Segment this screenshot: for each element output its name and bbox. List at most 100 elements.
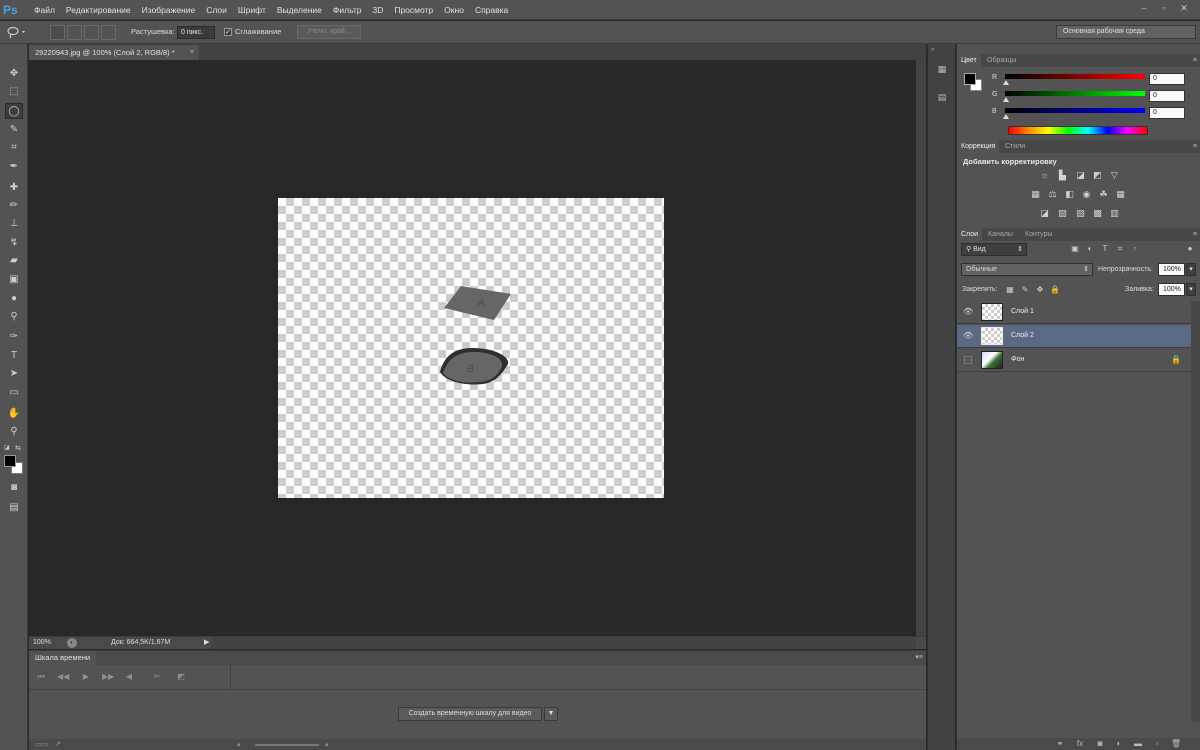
next-frame-icon[interactable]: ▶▶ <box>102 672 114 682</box>
photo-filter-icon[interactable]: ◉ <box>1081 189 1092 200</box>
tab-styles[interactable]: Стили <box>1001 140 1029 153</box>
tab-swatches[interactable]: Образцы <box>983 54 1020 67</box>
zoom-tool-icon[interactable]: ⚲ <box>5 424 23 440</box>
blur-tool-icon[interactable]: ● <box>5 291 23 307</box>
zoom-level-field[interactable]: 100% <box>33 638 61 648</box>
red-slider[interactable] <box>1005 74 1145 79</box>
shape-tool-icon[interactable]: ▭ <box>5 385 23 401</box>
channel-mixer-icon[interactable]: ☘ <box>1098 189 1109 200</box>
tab-timeline[interactable]: Шкала времени <box>29 651 97 665</box>
fill-dropdown-icon[interactable]: ▾ <box>1186 283 1196 296</box>
transition-icon[interactable]: ◩ <box>175 672 187 682</box>
first-frame-icon[interactable]: ⏮ <box>35 672 47 682</box>
menu-file[interactable]: Файл <box>34 0 55 20</box>
lasso-preset-icon[interactable] <box>6 25 25 40</box>
gradient-tool-icon[interactable]: ▣ <box>5 272 23 288</box>
move-tool-icon[interactable]: ✥ <box>5 66 23 82</box>
feather-input[interactable]: 0 пикс. <box>177 26 215 39</box>
subtract-from-selection-icon[interactable] <box>84 25 99 40</box>
menu-select[interactable]: Выделение <box>277 0 322 20</box>
filter-type-icon[interactable]: T <box>1100 244 1110 254</box>
gradient-map-icon[interactable]: ▥ <box>1109 208 1120 219</box>
timeline-mode-dropdown[interactable]: ▼ <box>544 707 558 721</box>
curves-icon[interactable]: ◪ <box>1075 170 1086 181</box>
eyedropper-tool-icon[interactable]: ✒ <box>5 159 23 175</box>
filter-toggle-icon[interactable]: ● <box>1185 244 1195 254</box>
link-layers-icon[interactable]: ⚭ <box>1055 738 1065 750</box>
minimize-icon[interactable]: – <box>1136 2 1152 14</box>
close-tab-icon[interactable]: × <box>190 45 194 60</box>
menu-view[interactable]: Просмотр <box>394 0 433 20</box>
refine-edge-button[interactable]: Уточн. край... <box>297 25 361 39</box>
fill-field[interactable]: 100% <box>1158 283 1185 296</box>
new-group-icon[interactable]: ▬ <box>1133 738 1143 750</box>
new-adjustment-layer-icon[interactable]: ◐ <box>1114 738 1124 750</box>
properties-panel-icon[interactable]: ▤ <box>934 90 950 104</box>
blend-mode-select[interactable]: Обычные ⇕ <box>961 263 1093 276</box>
selective-color-icon[interactable]: ▩ <box>1092 208 1103 219</box>
new-layer-icon[interactable]: ▫ <box>1152 738 1162 750</box>
lock-position-icon[interactable]: ✥ <box>1035 285 1045 295</box>
status-info-icon[interactable]: ◐ <box>67 638 77 648</box>
new-selection-icon[interactable] <box>50 25 65 40</box>
layer-row[interactable]: 👁 Слой 1 <box>957 301 1191 324</box>
color-balance-icon[interactable]: ⚖ <box>1047 189 1058 200</box>
layer-row-selected[interactable]: 👁 Слой 2 <box>957 325 1191 348</box>
play-icon[interactable]: ▶ <box>80 672 92 682</box>
antialias-checkbox[interactable]: ✓ <box>224 28 232 36</box>
zoom-in-timeline-icon[interactable]: ▴ <box>325 740 329 748</box>
red-slider-thumb[interactable] <box>1003 80 1009 85</box>
tab-color[interactable]: Цвет <box>957 54 981 67</box>
layer-row[interactable]: Фон 🔒 <box>957 349 1191 372</box>
history-panel-icon[interactable]: ▦ <box>934 62 950 76</box>
history-brush-tool-icon[interactable]: ↯ <box>5 235 23 251</box>
marquee-tool-icon[interactable]: ⬚ <box>5 84 23 100</box>
previous-frame-icon[interactable]: ◀◀ <box>57 672 69 682</box>
hand-tool-icon[interactable]: ✋ <box>5 406 23 422</box>
lock-all-icon[interactable]: 🔒 <box>1050 285 1060 295</box>
filter-pixel-icon[interactable]: ▣ <box>1070 244 1080 254</box>
timeline-render-icon[interactable]: ▭▭ <box>35 740 48 748</box>
layer-style-fx-icon[interactable]: fx <box>1075 738 1085 750</box>
document-tab[interactable]: 29220943.jpg @ 100% (Слой 2, RGB/8) * × <box>29 45 199 60</box>
visibility-eye-icon[interactable]: 👁 <box>963 307 973 317</box>
split-scissors-icon[interactable]: ✂ <box>151 672 163 682</box>
posterize-icon[interactable]: ▨ <box>1057 208 1068 219</box>
document-canvas[interactable]: A B <box>278 198 664 498</box>
menu-filter[interactable]: Фильтр <box>333 0 362 20</box>
visibility-eye-icon[interactable]: 👁 <box>963 331 973 341</box>
clone-stamp-tool-icon[interactable]: ⊥ <box>5 216 23 232</box>
horizontal-scrollbar[interactable] <box>211 637 916 649</box>
menu-edit[interactable]: Редактирование <box>66 0 131 20</box>
exposure-icon[interactable]: ◩ <box>1092 170 1103 181</box>
close-icon[interactable]: ✕ <box>1176 2 1192 14</box>
zoom-out-timeline-icon[interactable]: ▴ <box>237 740 241 748</box>
brightness-contrast-icon[interactable]: ☼ <box>1039 170 1050 181</box>
color-panel-menu-icon[interactable]: ≡ <box>1193 54 1197 67</box>
lock-transparent-icon[interactable]: ▦ <box>1005 285 1015 295</box>
menu-layers[interactable]: Слои <box>206 0 227 20</box>
add-mask-icon[interactable]: ◙ <box>1095 738 1105 750</box>
color-spectrum-bar[interactable] <box>1008 126 1148 135</box>
red-value-field[interactable]: 0 <box>1149 73 1185 85</box>
layers-panel-menu-icon[interactable]: ≡ <box>1193 228 1197 241</box>
green-slider-thumb[interactable] <box>1003 97 1009 102</box>
timeline-convert-icon[interactable]: ↗ <box>55 740 61 748</box>
menu-image[interactable]: Изображение <box>142 0 196 20</box>
audio-icon[interactable]: ◀ <box>123 672 135 682</box>
filter-smart-object-icon[interactable]: ▫ <box>1130 244 1140 254</box>
timeline-menu-icon[interactable]: ▾≡ <box>915 651 923 665</box>
blue-slider[interactable] <box>1005 108 1145 113</box>
status-menu-arrow-icon[interactable]: ▶ <box>204 638 209 648</box>
create-video-timeline-button[interactable]: Создать временную шкалу для видео <box>398 707 542 721</box>
brush-tool-icon[interactable]: ✏ <box>5 198 23 214</box>
invert-icon[interactable]: ◪ <box>1039 208 1050 219</box>
adjustments-panel-menu-icon[interactable]: ≡ <box>1193 140 1197 153</box>
lock-image-icon[interactable]: ✎ <box>1020 285 1030 295</box>
delete-layer-icon[interactable]: 🗑 <box>1171 738 1181 750</box>
default-colors-icon[interactable]: ◪ <box>4 444 12 452</box>
lasso-tool-icon[interactable]: ◯ <box>5 103 23 119</box>
color-lookup-icon[interactable]: ▦ <box>1115 189 1126 200</box>
pen-tool-icon[interactable]: ✑ <box>5 329 23 345</box>
vibrance-icon[interactable]: ▽ <box>1109 170 1120 181</box>
